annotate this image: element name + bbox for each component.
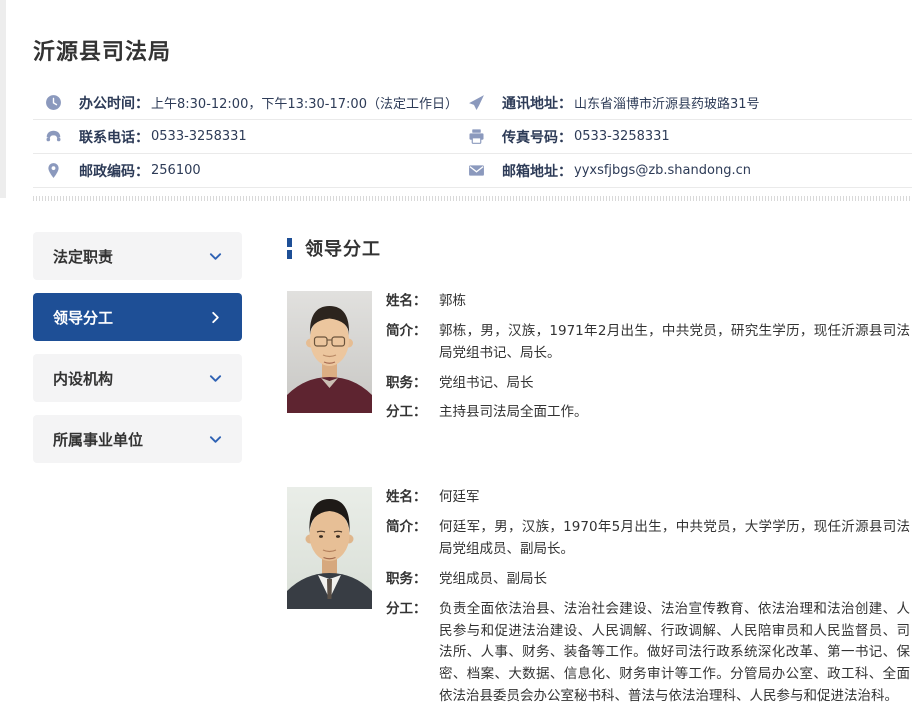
leader-card: 姓名： 何廷军 简介： 何廷军，男，汉族，1970年5月出生，中共党员，大学学历… xyxy=(287,487,910,716)
field-position: 职务： 党组成员、副局长 xyxy=(386,569,910,591)
contact-row-office-hours: 办公时间： 上午8:30-12:00，下午13:30-17:00（法定工作日） xyxy=(33,86,456,120)
field-bio: 简介： 郭栋，男，汉族，1971年2月出生，中共党员，研究生学历，现任沂源县司法… xyxy=(386,321,910,365)
leader-bio: 何廷军，男，汉族，1970年5月出生，中共党员，大学学历，现任沂源县司法局党组成… xyxy=(439,517,910,561)
contact-row-address: 通讯地址： 山东省淄博市沂源县药玻路31号 xyxy=(456,86,912,120)
section-header: 领导分工 xyxy=(287,235,910,261)
chevron-down-icon xyxy=(209,372,222,385)
contact-value: 0533-3258331 xyxy=(151,129,247,144)
contact-label: 联系电话： xyxy=(79,127,149,147)
field-duty: 分工： 主持县司法局全面工作。 xyxy=(386,402,910,424)
fax-icon xyxy=(468,128,485,145)
page-container: 沂源县司法局 办公时间： 上午8:30-12:00，下午13:30-17:00（… xyxy=(0,0,912,716)
contact-label: 通讯地址： xyxy=(502,93,572,113)
contact-info-panel: 办公时间： 上午8:30-12:00，下午13:30-17:00（法定工作日） … xyxy=(33,86,912,188)
field-label: 姓名： xyxy=(386,291,439,313)
leader-card: 姓名： 郭栋 简介： 郭栋，男，汉族，1971年2月出生，中共党员，研究生学历，… xyxy=(287,291,910,432)
leader-bio: 郭栋，男，汉族，1971年2月出生，中共党员，研究生学历，现任沂源县司法局党组书… xyxy=(439,321,910,365)
page-left-edge xyxy=(0,0,6,198)
leader-name: 郭栋 xyxy=(439,291,910,313)
field-label: 分工： xyxy=(386,402,439,424)
chevron-down-icon xyxy=(209,433,222,446)
contact-label: 传真号码： xyxy=(502,127,572,147)
phone-icon xyxy=(45,128,62,145)
contact-label: 办公时间： xyxy=(79,93,149,113)
chevron-right-icon xyxy=(209,311,222,324)
sidebar-item-legal-duties[interactable]: 法定职责 xyxy=(33,232,242,280)
leader-info: 姓名： 郭栋 简介： 郭栋，男，汉族，1971年2月出生，中共党员，研究生学历，… xyxy=(386,291,910,432)
section-title: 领导分工 xyxy=(305,235,381,261)
sidebar-item-label: 内设机构 xyxy=(53,368,113,389)
leader-position: 党组书记、局长 xyxy=(439,373,910,395)
leader-name: 何廷军 xyxy=(439,487,910,509)
contact-label: 邮箱地址： xyxy=(502,161,572,181)
field-label: 职务： xyxy=(386,569,439,591)
leader-duty: 主持县司法局全面工作。 xyxy=(439,402,910,424)
contact-value: 山东省淄博市沂源县药玻路31号 xyxy=(574,93,760,112)
contact-row-email: 邮箱地址： yyxsfjbgs@zb.shandong.cn xyxy=(456,154,912,188)
field-label: 分工： xyxy=(386,599,439,708)
leader-photo xyxy=(287,487,372,609)
section-marker-icon xyxy=(287,238,292,259)
field-position: 职务： 党组书记、局长 xyxy=(386,373,910,395)
field-name: 姓名： 何廷军 xyxy=(386,487,910,509)
contact-label: 邮政编码： xyxy=(79,161,149,181)
field-label: 职务： xyxy=(386,373,439,395)
chevron-down-icon xyxy=(209,250,222,263)
contact-row-postcode: 邮政编码： 256100 xyxy=(33,154,456,188)
contact-value: 上午8:30-12:00，下午13:30-17:00（法定工作日） xyxy=(151,93,458,112)
contact-value: 0533-3258331 xyxy=(574,129,670,144)
contact-row-fax: 传真号码： 0533-3258331 xyxy=(456,120,912,154)
leader-duty: 负责全面依法治县、法治社会建设、法治宣传教育、依法治理和法治创建、人民参与和促进… xyxy=(439,599,910,708)
dashed-divider xyxy=(33,196,912,201)
send-icon xyxy=(468,94,485,111)
field-label: 简介： xyxy=(386,517,439,561)
field-name: 姓名： 郭栋 xyxy=(386,291,910,313)
sidebar-item-label: 领导分工 xyxy=(53,307,113,328)
content-area: 法定职责 领导分工 内设机构 所属事业单位 领导分工 xyxy=(33,232,912,716)
field-bio: 简介： 何廷军，男，汉族，1970年5月出生，中共党员，大学学历，现任沂源县司法… xyxy=(386,517,910,561)
field-duty: 分工： 负责全面依法治县、法治社会建设、法治宣传教育、依法治理和法治创建、人民参… xyxy=(386,599,910,708)
leader-photo xyxy=(287,291,372,413)
map-pin-icon xyxy=(45,162,62,179)
page-title: 沂源县司法局 xyxy=(33,0,912,66)
sidebar-item-internal-orgs[interactable]: 内设机构 xyxy=(33,354,242,402)
contact-row-phone: 联系电话： 0533-3258331 xyxy=(33,120,456,154)
contact-value: 256100 xyxy=(151,163,201,178)
sidebar-item-label: 法定职责 xyxy=(53,246,113,267)
leader-info: 姓名： 何廷军 简介： 何廷军，男，汉族，1970年5月出生，中共党员，大学学历… xyxy=(386,487,910,716)
contact-value: yyxsfjbgs@zb.shandong.cn xyxy=(574,163,751,178)
mail-icon xyxy=(468,162,485,179)
sidebar-item-affiliated-units[interactable]: 所属事业单位 xyxy=(33,415,242,463)
leader-position: 党组成员、副局长 xyxy=(439,569,910,591)
main-panel: 领导分工 xyxy=(287,232,912,716)
field-label: 姓名： xyxy=(386,487,439,509)
clock-icon xyxy=(45,94,62,111)
field-label: 简介： xyxy=(386,321,439,365)
sidebar-item-label: 所属事业单位 xyxy=(53,429,143,450)
sidebar-item-leadership[interactable]: 领导分工 xyxy=(33,293,242,341)
sidebar-nav: 法定职责 领导分工 内设机构 所属事业单位 xyxy=(33,232,242,716)
